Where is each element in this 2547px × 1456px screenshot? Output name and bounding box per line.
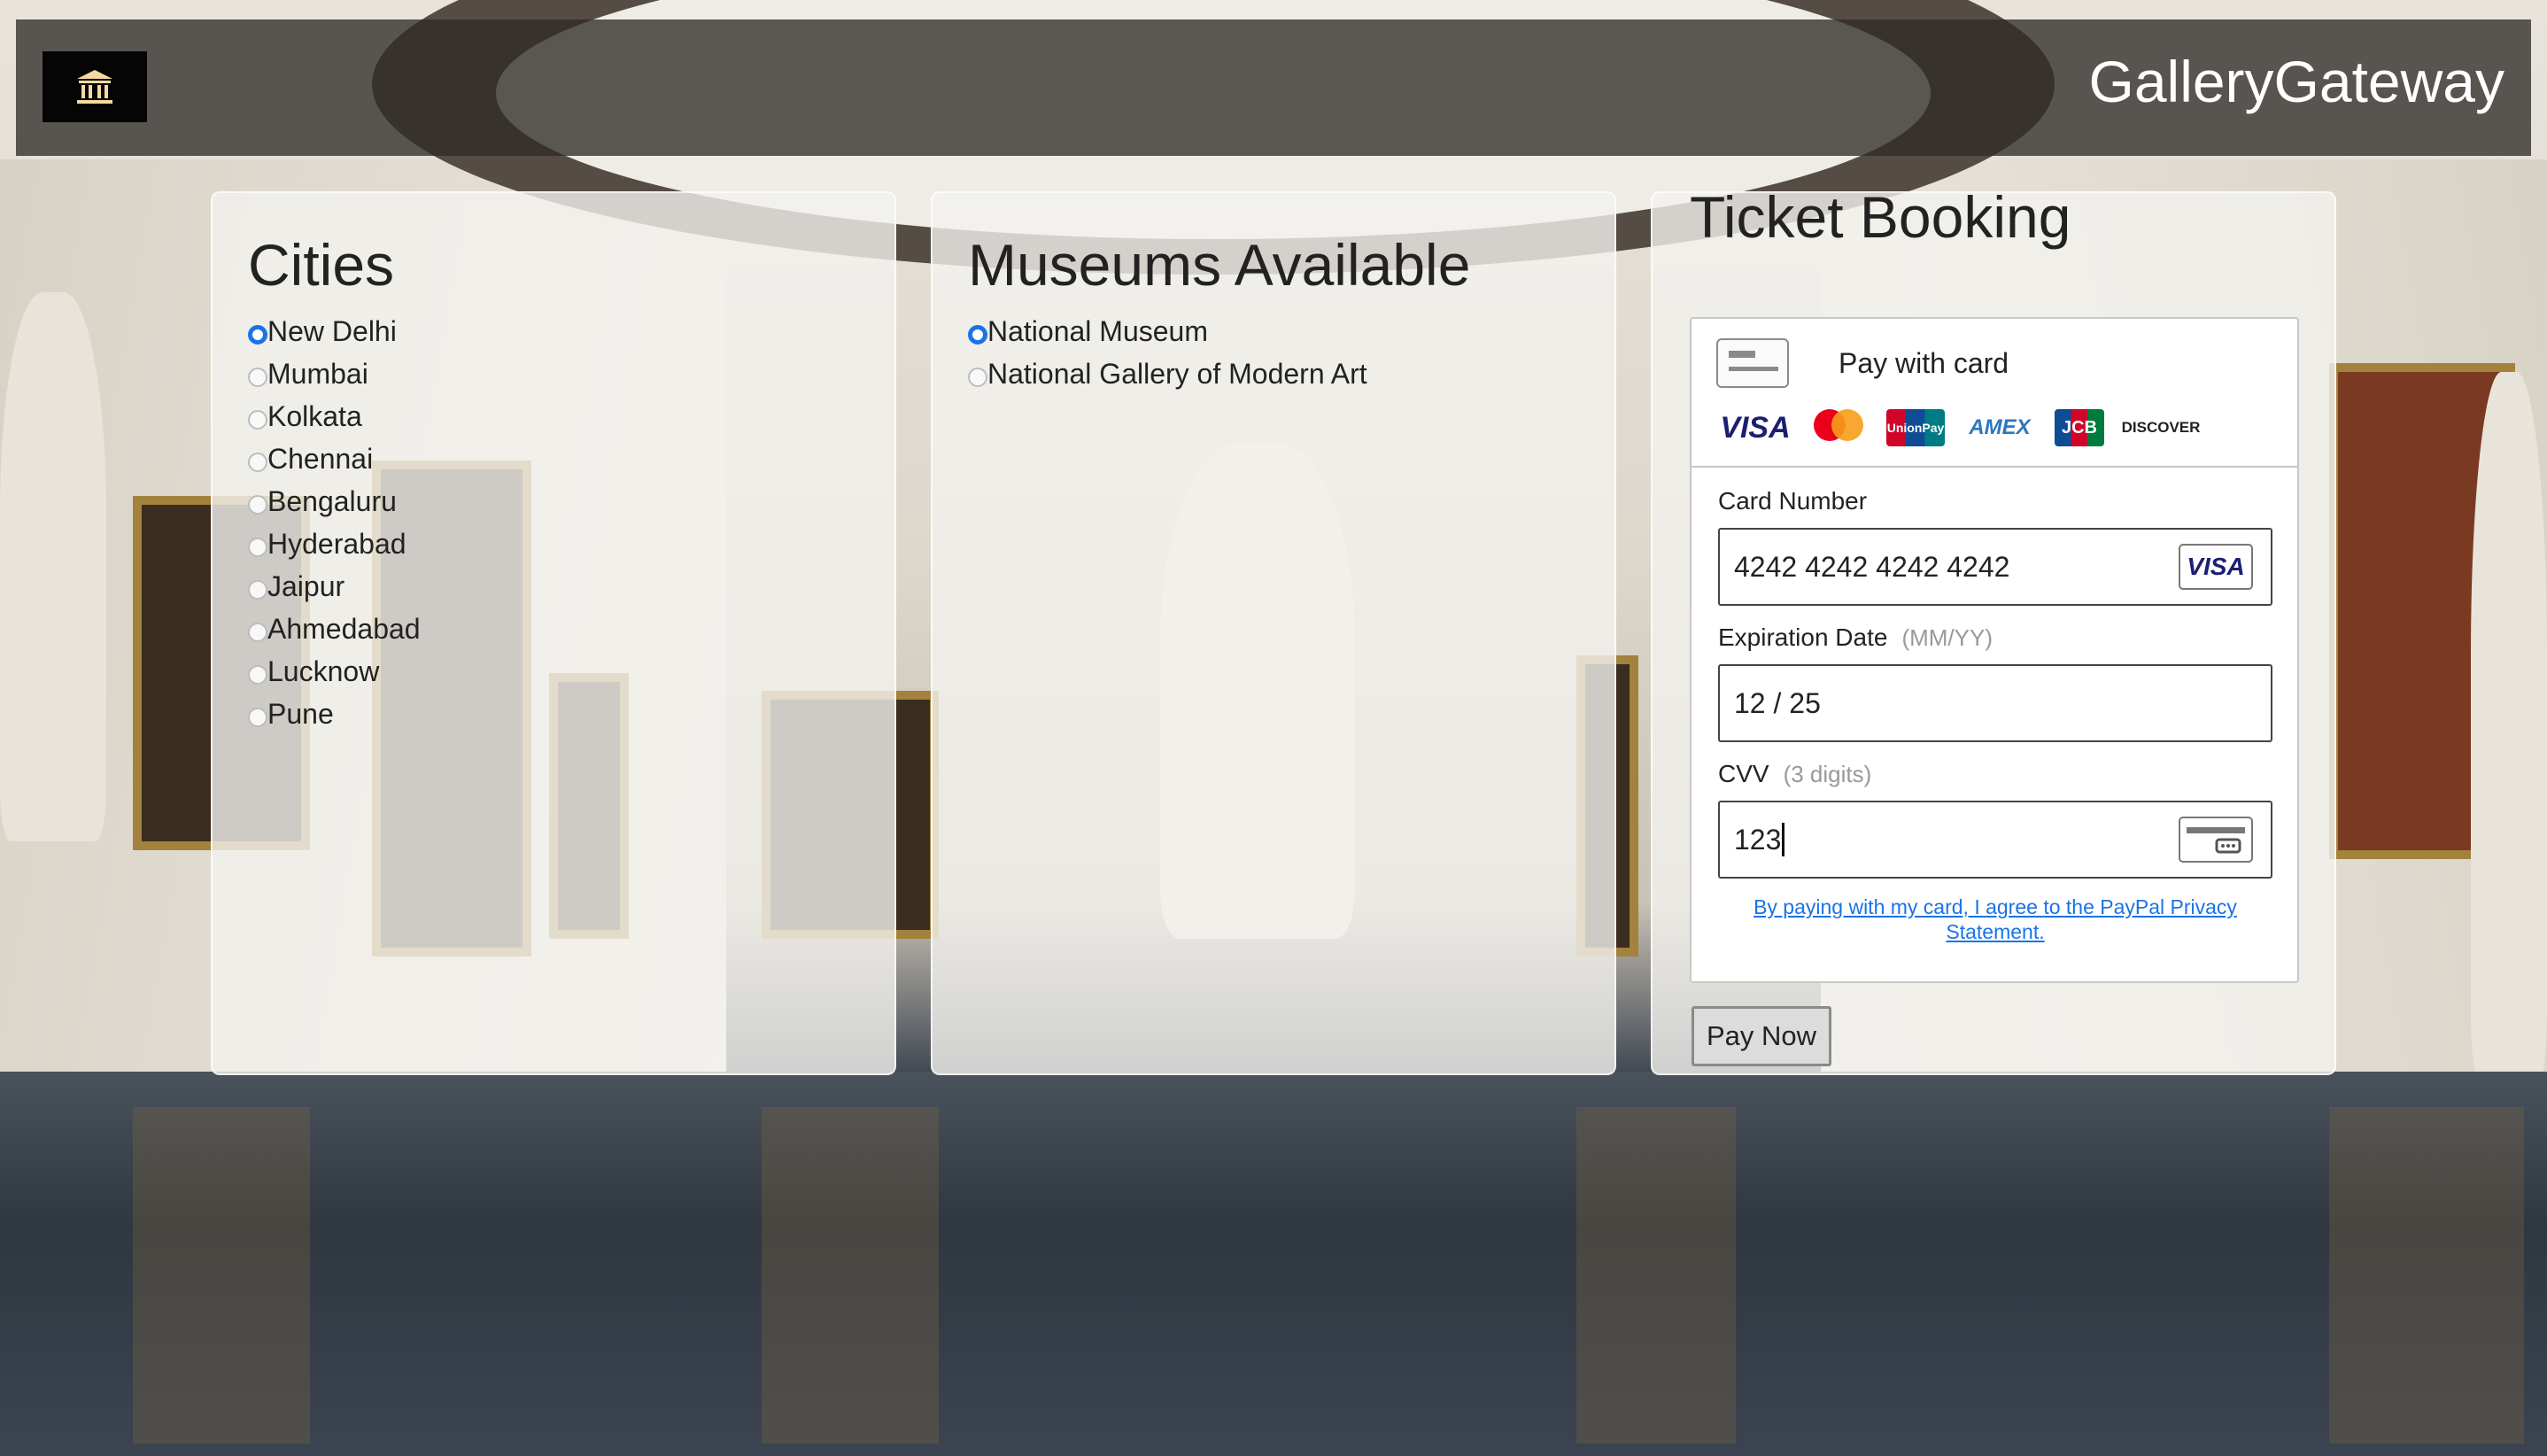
city-option-label: Ahmedabad <box>267 612 421 645</box>
city-option-label: Hyderabad <box>267 527 406 560</box>
top-header-bar: GalleryGateway <box>16 19 2531 156</box>
credit-card-icon <box>1716 338 1789 388</box>
ticket-booking-panel: Ticket Booking Pay with card VISA UnionP… <box>1651 184 2336 1075</box>
site-brand-title: GalleryGateway <box>2088 49 2504 114</box>
card-payment-form: Pay with card VISA UnionPay AMEX JCB DIS… <box>1690 317 2299 983</box>
jcb-logo-icon: JCB <box>2055 409 2104 446</box>
museum-radio-button[interactable] <box>968 325 987 345</box>
card-number-label: Card Number <box>1718 487 1868 515</box>
museums-heading: Museums Available <box>968 232 1471 298</box>
cvv-input[interactable]: 123 <box>1718 801 2272 879</box>
city-radio-button[interactable] <box>248 410 267 430</box>
cities-panel: Cities New Delhi Mumbai Kolkata Chennai Beng… <box>211 191 896 1075</box>
expiry-label: Expiration Date (MM/YY) <box>1718 623 1993 651</box>
city-radio-button[interactable] <box>248 368 267 387</box>
cities-heading: Cities <box>248 232 395 298</box>
cvv-label: CVV (3 digits) <box>1718 760 1872 787</box>
discover-logo-icon: DISCOVER <box>2121 419 2201 436</box>
museum-option-label: National Gallery of Modern Art <box>987 357 1367 390</box>
cvv-value: 123 <box>1734 823 1782 856</box>
city-option[interactable]: Chennai <box>248 438 859 480</box>
city-option[interactable]: Mumbai <box>248 352 859 395</box>
card-brand-logos: VISA UnionPay AMEX JCB DISCOVER <box>1720 409 2201 446</box>
city-radio-button[interactable] <box>248 665 267 685</box>
city-radio-button[interactable] <box>248 325 267 345</box>
museum-radio-button[interactable] <box>968 368 987 387</box>
ticket-booking-heading: Ticket Booking <box>1690 184 2071 250</box>
city-radio-list: New Delhi Mumbai Kolkata Chennai Bengaluru Hy… <box>248 310 859 735</box>
city-radio-button[interactable] <box>248 495 267 515</box>
pay-now-button[interactable]: Pay Now <box>1692 1006 1831 1066</box>
city-option[interactable]: Lucknow <box>248 650 859 693</box>
expiry-input[interactable]: 12 / 25 <box>1718 664 2272 742</box>
unionpay-logo-icon: UnionPay <box>1886 409 1945 446</box>
text-caret <box>1782 823 1785 856</box>
city-radio-button[interactable] <box>248 453 267 472</box>
city-radio-button[interactable] <box>248 708 267 727</box>
museum-option[interactable]: National Gallery of Modern Art <box>968 352 1579 395</box>
city-radio-button[interactable] <box>248 623 267 642</box>
form-divider <box>1692 466 2297 468</box>
museum-option[interactable]: National Museum <box>968 310 1579 352</box>
amex-logo-icon: AMEX <box>1969 415 2031 439</box>
mastercard-logo-icon <box>1814 409 1863 446</box>
museums-panel: Museums Available National Museum Nationa… <box>931 191 1616 1075</box>
card-number-input[interactable]: 4242 4242 4242 4242 VISA <box>1718 528 2272 606</box>
paypal-privacy-link[interactable]: By paying with my card, I agree to the P… <box>1718 895 2272 944</box>
city-option[interactable]: Bengaluru <box>248 480 859 523</box>
city-option-label: Kolkata <box>267 399 362 432</box>
expiry-hint: (MM/YY) <box>1901 624 1993 651</box>
city-option[interactable]: Pune <box>248 693 859 735</box>
visa-badge-icon: VISA <box>2179 544 2253 590</box>
cvv-card-icon <box>2179 817 2253 863</box>
city-option[interactable]: Jaipur <box>248 565 859 608</box>
city-option-label: Bengaluru <box>267 484 397 517</box>
expiry-value: 12 / 25 <box>1734 686 1821 719</box>
museum-icon[interactable] <box>43 51 147 122</box>
city-radio-button[interactable] <box>248 538 267 557</box>
cvv-hint: (3 digits) <box>1783 761 1872 787</box>
city-option[interactable]: Kolkata <box>248 395 859 438</box>
city-option-label: Jaipur <box>267 569 345 602</box>
city-option-label: Lucknow <box>267 654 380 687</box>
city-option-label: Pune <box>267 697 334 730</box>
city-option-label: Chennai <box>267 442 374 475</box>
city-option-label: Mumbai <box>267 357 368 390</box>
city-radio-button[interactable] <box>248 580 267 600</box>
pay-with-card-label: Pay with card <box>1839 346 2009 379</box>
card-number-value: 4242 4242 4242 4242 <box>1734 550 2010 583</box>
museum-radio-list: National Museum National Gallery of Moder… <box>968 310 1579 395</box>
city-option[interactable]: New Delhi <box>248 310 859 352</box>
pay-with-card-row: Pay with card <box>1716 338 2009 388</box>
city-option-label: New Delhi <box>267 314 397 347</box>
city-option[interactable]: Hyderabad <box>248 523 859 565</box>
museum-option-label: National Museum <box>987 314 1208 347</box>
city-option[interactable]: Ahmedabad <box>248 608 859 650</box>
visa-logo-icon: VISA <box>1720 410 1791 445</box>
